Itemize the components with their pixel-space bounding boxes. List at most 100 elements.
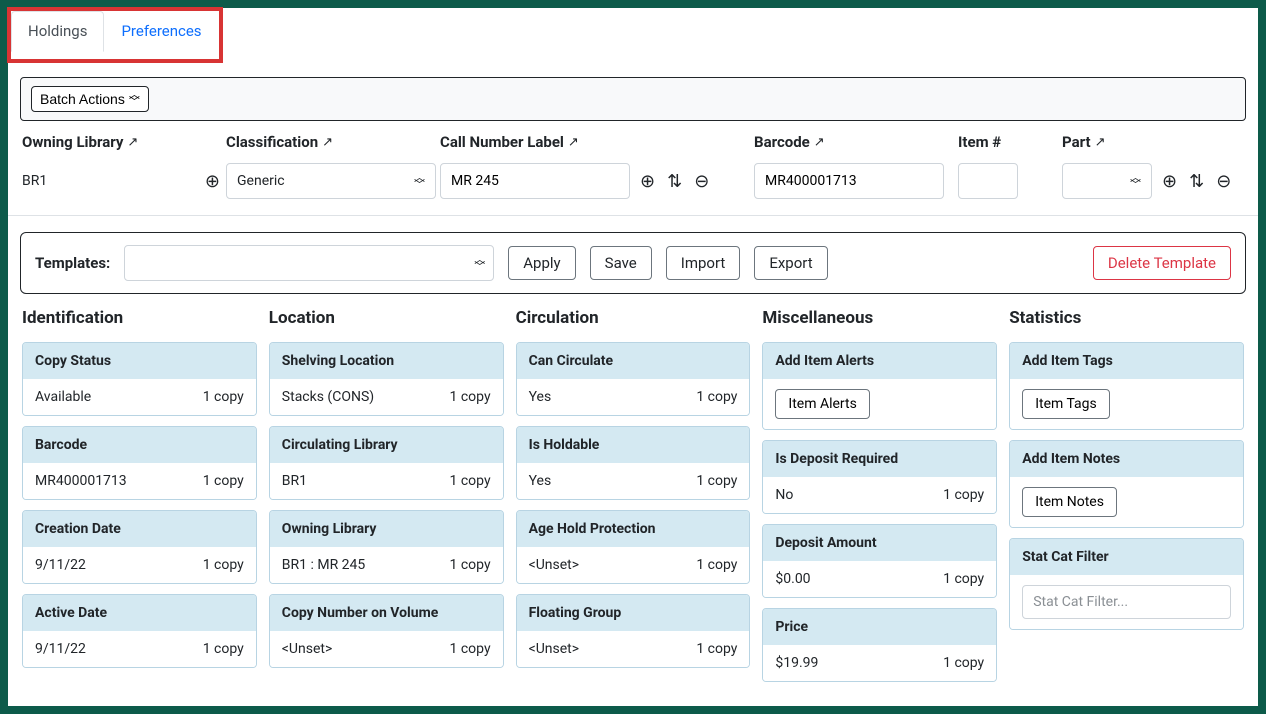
- batch-actions-button[interactable]: Batch Actions ︿﹀: [31, 86, 149, 112]
- copy-count: 1 copy: [450, 557, 491, 573]
- card-label: Is Deposit Required: [763, 441, 996, 477]
- hdr-classification[interactable]: Classification ↗: [226, 133, 436, 151]
- chevron-updown-icon: ︿﹀: [414, 174, 425, 188]
- part-remove-button[interactable]: ⊖: [1214, 169, 1233, 194]
- hdr-classification-label: Classification: [226, 133, 318, 151]
- item-notes-button[interactable]: Item Notes: [1022, 487, 1117, 517]
- arrow-ne-icon: ↗: [127, 135, 138, 150]
- sort-icon: ⇅: [667, 171, 682, 192]
- card-label: Add Item Notes: [1010, 441, 1243, 477]
- card-label: Age Hold Protection: [517, 511, 750, 547]
- card-value: 9/11/22: [35, 641, 86, 657]
- hdr-part[interactable]: Part ↗: [1062, 133, 1262, 151]
- card-copy-number[interactable]: Copy Number on Volume <Unset>1 copy: [269, 594, 504, 668]
- call-number-input[interactable]: [440, 163, 630, 199]
- delete-template-button[interactable]: Delete Template: [1093, 246, 1231, 280]
- copy-count: 1 copy: [943, 571, 984, 587]
- copy-count: 1 copy: [203, 557, 244, 573]
- hdr-part-label: Part: [1062, 133, 1091, 151]
- card-value: <Unset>: [529, 557, 579, 573]
- card-label: Active Date: [23, 595, 256, 631]
- hdr-owning-library[interactable]: Owning Library ↗: [22, 133, 222, 151]
- card-can-circulate[interactable]: Can Circulate Yes1 copy: [516, 342, 751, 416]
- card-copy-status[interactable]: Copy Status Available1 copy: [22, 342, 257, 416]
- templates-label: Templates:: [35, 254, 110, 272]
- card-barcode[interactable]: Barcode MR4000017131 copy: [22, 426, 257, 500]
- export-button[interactable]: Export: [754, 246, 827, 280]
- card-value: 9/11/22: [35, 557, 86, 573]
- arrow-ne-icon: ↗: [322, 135, 333, 150]
- card-value: Yes: [529, 389, 552, 405]
- item-alerts-button[interactable]: Item Alerts: [775, 389, 869, 419]
- tabs-highlight-box: Holdings Preferences: [7, 7, 223, 63]
- cn-remove-button[interactable]: ⊖: [692, 169, 711, 194]
- part-select[interactable]: ︿﹀: [1062, 163, 1152, 199]
- cn-add-button[interactable]: ⊕: [638, 169, 657, 194]
- hdr-owning-library-label: Owning Library: [22, 133, 123, 151]
- cn-sort-button[interactable]: ⇅: [665, 169, 684, 194]
- hdr-call-number-label: Call Number Label: [440, 133, 564, 151]
- card-label: Deposit Amount: [763, 525, 996, 561]
- card-label: Can Circulate: [517, 343, 750, 379]
- card-creation-date[interactable]: Creation Date 9/11/22 1 copy: [22, 510, 257, 584]
- item-tags-button[interactable]: Item Tags: [1022, 389, 1110, 419]
- card-value: Yes: [529, 473, 552, 489]
- card-label: Add Item Alerts: [763, 343, 996, 379]
- card-label: Creation Date: [23, 511, 256, 547]
- arrow-ne-icon: ↗: [814, 135, 825, 150]
- item-num-input[interactable]: [958, 163, 1018, 199]
- stat-cat-filter-input[interactable]: [1022, 585, 1231, 619]
- sort-icon: ⇅: [1189, 171, 1204, 192]
- copy-count: 1 copy: [696, 473, 737, 489]
- tab-preferences[interactable]: Preferences: [104, 11, 218, 51]
- classification-select[interactable]: Generic ︿﹀: [226, 163, 436, 199]
- hdr-barcode[interactable]: Barcode ↗: [754, 133, 954, 151]
- card-label: Add Item Tags: [1010, 343, 1243, 379]
- copy-count: 1 copy: [203, 473, 244, 489]
- hdr-item-num-label: Item #: [958, 133, 1001, 151]
- card-floating-group[interactable]: Floating Group <Unset>1 copy: [516, 594, 751, 668]
- copy-count: 1 copy: [943, 655, 984, 671]
- apply-button[interactable]: Apply: [508, 246, 575, 280]
- hdr-barcode-label: Barcode: [754, 133, 810, 151]
- card-circulating-library[interactable]: Circulating Library BR11 copy: [269, 426, 504, 500]
- section-title-identification: Identification: [22, 304, 257, 332]
- call-number-cell: ⊕ ⇅ ⊖: [440, 163, 750, 199]
- tab-holdings[interactable]: Holdings: [11, 11, 104, 52]
- hdr-call-number[interactable]: Call Number Label ↗: [440, 133, 750, 151]
- card-price[interactable]: Price $19.991 copy: [762, 608, 997, 682]
- card-shelving-location[interactable]: Shelving Location Stacks (CONS)1 copy: [269, 342, 504, 416]
- templates-select[interactable]: ︿﹀: [124, 245, 494, 281]
- add-owning-library-button[interactable]: ⊕: [203, 169, 222, 194]
- chevron-updown-icon: ︿﹀: [1130, 174, 1141, 188]
- section-title-misc: Miscellaneous: [762, 304, 997, 332]
- card-label: Is Holdable: [517, 427, 750, 463]
- card-age-hold-protection[interactable]: Age Hold Protection <Unset>1 copy: [516, 510, 751, 584]
- save-button[interactable]: Save: [590, 246, 652, 280]
- card-is-holdable[interactable]: Is Holdable Yes 1 copy: [516, 426, 751, 500]
- card-deposit-amount[interactable]: Deposit Amount $0.00 1 copy: [762, 524, 997, 598]
- card-value: <Unset>: [282, 641, 332, 657]
- card-label: Owning Library: [270, 511, 503, 547]
- barcode-input[interactable]: [754, 163, 944, 199]
- card-active-date[interactable]: Active Date 9/11/221 copy: [22, 594, 257, 668]
- card-stat-cat-filter: Stat Cat Filter: [1009, 538, 1244, 630]
- card-value: MR400001713: [35, 473, 127, 489]
- card-owning-library[interactable]: Owning Library BR1 : MR 2451 copy: [269, 510, 504, 584]
- copy-count: 1 copy: [203, 389, 244, 405]
- card-value: $0.00: [775, 571, 810, 587]
- owning-library-value: BR1: [22, 173, 47, 189]
- import-button[interactable]: Import: [666, 246, 741, 280]
- card-is-deposit-required[interactable]: Is Deposit Required No1 copy: [762, 440, 997, 514]
- section-identification: Identification Copy Status Available1 co…: [22, 304, 257, 692]
- section-location: Location Shelving Location Stacks (CONS)…: [269, 304, 504, 692]
- card-label: Shelving Location: [270, 343, 503, 379]
- templates-bar: Templates: ︿﹀ Apply Save Import Export D…: [20, 232, 1246, 294]
- part-sort-button[interactable]: ⇅: [1187, 169, 1206, 194]
- section-miscellaneous: Miscellaneous Add Item Alerts Item Alert…: [762, 304, 997, 692]
- item-num-cell: [958, 163, 1058, 199]
- part-add-button[interactable]: ⊕: [1160, 169, 1179, 194]
- copy-count: 1 copy: [450, 473, 491, 489]
- tabs-container: Holdings Preferences: [11, 11, 219, 51]
- hdr-item-num: Item #: [958, 133, 1058, 151]
